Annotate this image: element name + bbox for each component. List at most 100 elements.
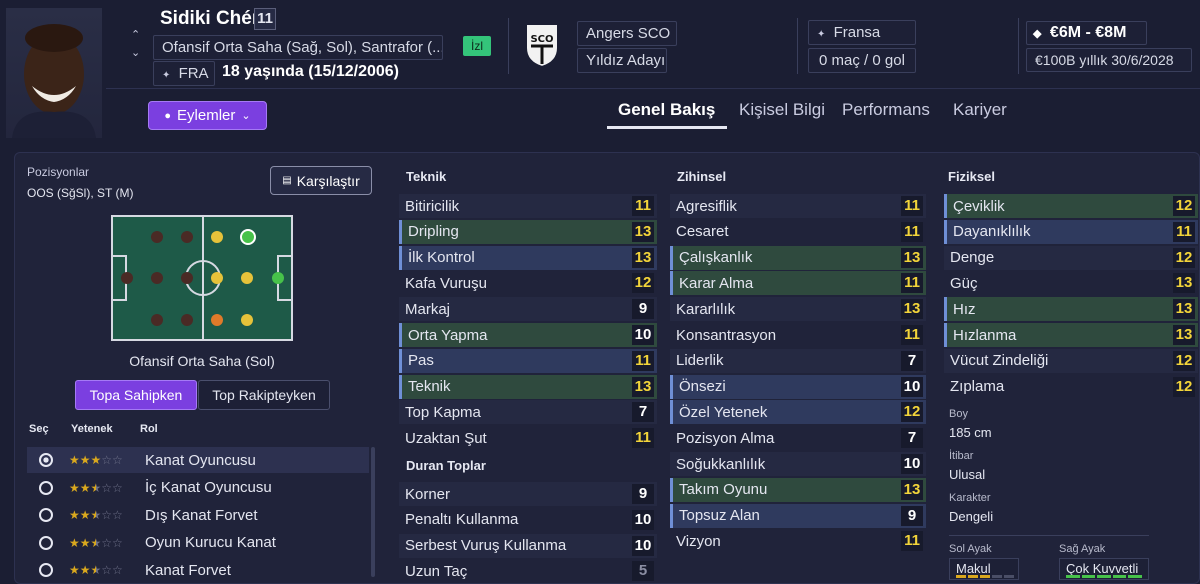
attribute-row[interactable]: İlk Kontrol 13 (399, 245, 657, 270)
attribute-name: Hızlanma (953, 326, 1017, 344)
attribute-name: Korner (405, 485, 451, 503)
position-dot[interactable] (241, 314, 253, 326)
value-chip[interactable]: ◆ €6M - €8M (1026, 21, 1147, 45)
attribute-row[interactable]: Liderlik 7 (670, 348, 926, 373)
attribute-name: Özel Yetenek (679, 403, 768, 421)
role-row[interactable]: ★★★☆☆ İç Kanat Oyuncusu (27, 475, 369, 501)
attribute-row[interactable]: Konsantrasyon 11 (670, 323, 926, 347)
attribute-row[interactable]: Uzaktan Şut 11 (399, 426, 657, 451)
contract-chip: €100B yıllık 30/6/2028 (1026, 48, 1192, 72)
attribute-value: 10 (901, 376, 923, 397)
radio-selected-icon[interactable] (39, 453, 53, 467)
toggle-in-possession[interactable]: Topa Sahipken (75, 380, 197, 410)
attribute-row[interactable]: Dayanıklılık 11 (944, 219, 1198, 244)
physical-title: Fiziksel (948, 169, 995, 184)
next-player-arrow[interactable]: ⌄ (131, 46, 140, 59)
toggle-out-of-possession[interactable]: Top Rakipteyken (198, 380, 330, 410)
attribute-row[interactable]: Takım Oyunu 13 (670, 477, 926, 502)
role-row[interactable]: ★★★☆☆ Kanat Forvet (27, 557, 369, 583)
tab-career[interactable]: Kariyer (953, 100, 1007, 120)
attribute-row[interactable]: Korner 9 (399, 482, 657, 506)
attribute-value: 7 (901, 350, 923, 371)
position-dot[interactable] (211, 231, 223, 243)
attribute-row[interactable]: Teknik 13 (399, 374, 657, 399)
attribute-name: Karar Alma (679, 274, 754, 292)
position-dot[interactable] (181, 272, 193, 284)
role-name: Oyun Kurucu Kanat (145, 534, 276, 551)
attribute-row[interactable]: Kafa Vuruşu 12 (399, 271, 657, 296)
attribute-row[interactable]: Pozisyon Alma 7 (670, 426, 926, 451)
club-crest-icon[interactable]: SCO (523, 22, 561, 69)
attribute-name: Top Kapma (405, 403, 481, 421)
attribute-row[interactable]: Çalışkanlık 13 (670, 245, 926, 270)
right-foot-bar (1066, 575, 1142, 578)
position-dot[interactable] (272, 272, 284, 284)
attribute-name: İlk Kontrol (408, 249, 475, 267)
attribute-row[interactable]: Pas 11 (399, 348, 657, 373)
attribute-row[interactable]: Güç 13 (944, 271, 1198, 296)
role-name: Dış Kanat Forvet (145, 506, 258, 524)
position-dot[interactable] (151, 314, 163, 326)
attribute-row[interactable]: Serbest Vuruş Kullanma 10 (399, 533, 657, 558)
attribute-row[interactable]: Vizyon 11 (670, 529, 926, 554)
position-dot[interactable] (151, 272, 163, 284)
attribute-name: Pozisyon Alma (676, 429, 775, 447)
attribute-row[interactable]: Orta Yapma 10 (399, 323, 657, 347)
role-row[interactable]: ★★★☆☆ Kanat Oyuncusu (27, 447, 369, 473)
position-dot-selected[interactable] (240, 229, 256, 245)
compare-button-label: Karşılaştır (296, 172, 360, 189)
position-dot[interactable] (211, 314, 223, 326)
position-dot[interactable] (211, 272, 223, 284)
tab-performance[interactable]: Performans (842, 100, 930, 120)
role-row[interactable]: ★★★☆☆ Dış Kanat Forvet (27, 502, 369, 528)
country-chip[interactable]: ✦ Fransa (808, 20, 916, 45)
attribute-row[interactable]: Hız 13 (944, 297, 1198, 322)
attribute-row[interactable]: Top Kapma 7 (399, 400, 657, 425)
attribute-row[interactable]: Önsezi 10 (670, 374, 926, 399)
attribute-value: 13 (1173, 299, 1195, 320)
actions-button[interactable]: ● Eylemler ⌄ (148, 101, 267, 130)
attribute-value: 7 (632, 402, 654, 423)
attribute-row[interactable]: Özel Yetenek 12 (670, 400, 926, 425)
attribute-row[interactable]: Karar Alma 11 (670, 271, 926, 296)
attribute-row[interactable]: Zıplama 12 (944, 374, 1198, 399)
left-foot-box: Makul (949, 558, 1019, 580)
attribute-value: 11 (901, 196, 923, 216)
attribute-row[interactable]: Hızlanma 13 (944, 323, 1198, 347)
position-dot[interactable] (181, 231, 193, 243)
attribute-row[interactable]: Penaltı Kullanma 10 (399, 507, 657, 532)
attribute-row[interactable]: Kararlılık 13 (670, 297, 926, 322)
attribute-row[interactable]: Denge 12 (944, 245, 1198, 270)
radio-icon[interactable] (39, 563, 53, 577)
status-badge[interactable]: İzl (463, 36, 491, 56)
position-dot[interactable] (151, 231, 163, 243)
club-name-chip[interactable]: Angers SCO (577, 21, 677, 46)
attribute-value: 13 (632, 376, 654, 397)
role-row[interactable]: ★★★☆☆ Oyun Kurucu Kanat (27, 530, 369, 556)
attribute-row[interactable]: Bitiricilik 11 (399, 194, 657, 218)
radio-icon[interactable] (39, 535, 53, 550)
role-name: Kanat Oyuncusu (145, 451, 256, 469)
radio-icon[interactable] (39, 508, 53, 522)
attribute-value: 11 (632, 196, 654, 216)
position-dot[interactable] (121, 272, 133, 284)
tab-overview[interactable]: Genel Bakış (618, 100, 715, 120)
attribute-row[interactable]: Markaj 9 (399, 297, 657, 322)
compare-button[interactable]: ▤ Karşılaştır (270, 166, 372, 195)
roles-scrollbar[interactable] (371, 447, 375, 577)
attribute-row[interactable]: Topsuz Alan 9 (670, 503, 926, 528)
tab-personal[interactable]: Kişisel Bilgi (739, 100, 825, 120)
position-dot[interactable] (181, 314, 193, 326)
attribute-row[interactable]: Vücut Zindeliği 12 (944, 348, 1198, 373)
attribute-row[interactable]: Cesaret 11 (670, 219, 926, 244)
previous-player-arrow[interactable]: ⌃ (131, 28, 140, 41)
position-pitch (111, 215, 293, 341)
position-dot[interactable] (241, 272, 253, 284)
attribute-row[interactable]: Agresiflik 11 (670, 194, 926, 218)
attribute-row[interactable]: Çeviklik 12 (944, 194, 1198, 218)
radio-icon[interactable] (39, 480, 53, 495)
attribute-row[interactable]: Soğukkanlılık 10 (670, 452, 926, 476)
attribute-row[interactable]: Uzun Taç 5 (399, 559, 657, 584)
attribute-row[interactable]: Dripling 13 (399, 219, 657, 244)
header-divider (508, 18, 509, 74)
